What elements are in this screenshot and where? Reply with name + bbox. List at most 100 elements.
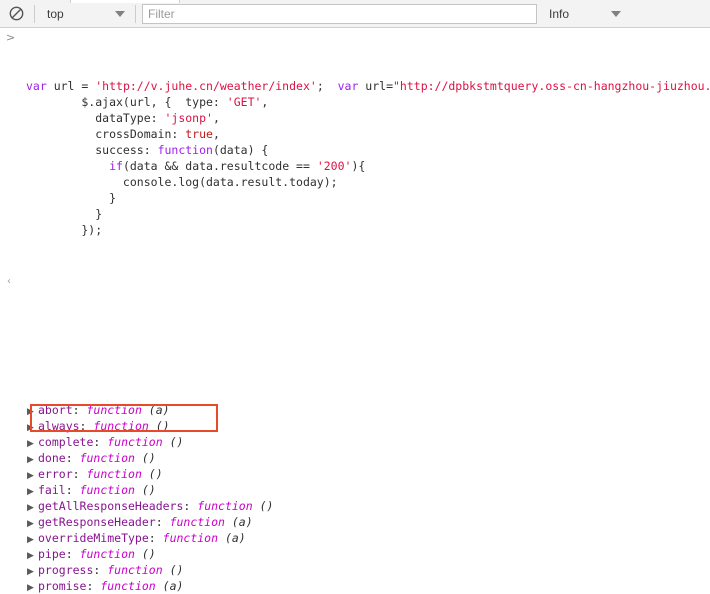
chevron-down-icon bbox=[611, 10, 621, 17]
property-value-function: function bbox=[86, 467, 142, 481]
code-token: var bbox=[26, 79, 47, 93]
object-property-row[interactable]: ▶ error: function () bbox=[0, 466, 710, 482]
object-property-row[interactable]: ▶ overrideMimeType: function (a) bbox=[0, 530, 710, 546]
console-input-code: var url = 'http://v.juhe.cn/weather/inde… bbox=[0, 78, 710, 238]
expand-triangle-icon[interactable]: ▶ bbox=[27, 452, 36, 466]
object-property-row[interactable]: ▶ always: function () bbox=[0, 418, 710, 434]
code-token: function bbox=[157, 143, 213, 157]
expand-triangle-icon[interactable]: ▶ bbox=[27, 532, 36, 546]
object-property-row[interactable]: ▶ getAllResponseHeaders: function () bbox=[0, 498, 710, 514]
log-level-select[interactable]: Info bbox=[541, 3, 625, 25]
property-colon: : bbox=[86, 579, 101, 593]
expand-triangle-icon[interactable]: ▶ bbox=[27, 404, 36, 418]
property-colon: : bbox=[65, 451, 80, 465]
code-token: $.ajax(url, { type: bbox=[26, 95, 227, 109]
expand-triangle-icon[interactable]: ▶ bbox=[27, 580, 36, 594]
object-property-row[interactable]: ▶ pipe: function () bbox=[0, 546, 710, 562]
property-colon: : bbox=[79, 419, 94, 433]
property-value-function: function bbox=[79, 483, 135, 497]
expand-triangle-icon[interactable]: ▶ bbox=[27, 500, 36, 514]
property-key: getResponseHeader bbox=[38, 515, 156, 529]
code-token: ){ bbox=[351, 159, 366, 173]
property-key: error bbox=[38, 467, 73, 481]
property-key: pipe bbox=[38, 547, 66, 561]
code-token: (data) { bbox=[212, 143, 269, 157]
result-gutter-icon: ‹ bbox=[7, 276, 11, 287]
property-value-function: function bbox=[93, 419, 149, 433]
property-colon: : bbox=[72, 467, 87, 481]
object-property-row[interactable]: ▶ complete: function () bbox=[0, 434, 710, 450]
object-property-row[interactable]: ▶ progress: function () bbox=[0, 562, 710, 578]
property-value-args: (a) bbox=[141, 403, 170, 417]
object-property-list: ▶ abort: function (a) ▶ always: function ()… bbox=[0, 402, 710, 594]
toolbar-divider-2 bbox=[135, 4, 136, 23]
expand-triangle-icon[interactable]: ▶ bbox=[27, 468, 36, 482]
code-line: success: function(data) { bbox=[0, 142, 710, 158]
property-value-args: (a) bbox=[218, 531, 246, 545]
input-gutter-icon: > bbox=[6, 31, 16, 44]
property-key: complete bbox=[38, 435, 94, 449]
log-level-value: Info bbox=[549, 6, 570, 21]
code-token: , bbox=[212, 127, 220, 141]
property-key: always bbox=[38, 419, 80, 433]
property-colon: : bbox=[65, 547, 80, 561]
object-property-row[interactable]: ▶ getResponseHeader: function (a) bbox=[0, 514, 710, 530]
code-token: if bbox=[109, 159, 123, 173]
expand-triangle-icon[interactable]: ▶ bbox=[27, 548, 36, 562]
console-input-message[interactable]: > var url = 'http://v.juhe.cn/weather/in… bbox=[0, 28, 710, 272]
code-token: } bbox=[26, 191, 117, 205]
console-message-list[interactable]: > var url = 'http://v.juhe.cn/weather/in… bbox=[0, 28, 710, 594]
code-line: var url = 'http://v.juhe.cn/weather/inde… bbox=[0, 78, 710, 94]
object-property-row[interactable]: ▶ done: function () bbox=[0, 450, 710, 466]
code-token: , bbox=[212, 111, 220, 125]
property-value-args: () bbox=[134, 547, 156, 561]
clear-console-button[interactable] bbox=[4, 3, 28, 25]
expand-triangle-icon[interactable]: ▶ bbox=[27, 436, 36, 450]
code-token: , bbox=[261, 95, 269, 109]
expand-triangle-icon[interactable]: ▶ bbox=[27, 484, 36, 498]
object-property-row[interactable]: ▶ fail: function () bbox=[0, 482, 710, 498]
filter-input[interactable] bbox=[142, 3, 537, 24]
property-value-args: () bbox=[162, 435, 184, 449]
code-token: 'GET' bbox=[226, 95, 262, 109]
devtools-console-panel: top Info > var url = 'http://v.juhe.cn/w… bbox=[0, 0, 710, 594]
code-token: var bbox=[337, 79, 359, 93]
property-value-function: function bbox=[100, 579, 156, 593]
code-line: }); bbox=[0, 222, 710, 238]
code-token: success: bbox=[26, 143, 158, 157]
execution-context-select[interactable]: top bbox=[41, 3, 129, 25]
code-token: dataType: bbox=[26, 111, 165, 125]
code-token: "http://dpbkstmtquery.oss-cn-hangzhou-ji… bbox=[393, 79, 710, 93]
property-key: done bbox=[38, 451, 66, 465]
property-value-args: (a) bbox=[155, 579, 184, 593]
expand-triangle-icon[interactable]: ▶ bbox=[27, 564, 36, 578]
code-line: if(data && data.resultcode == '200'){ bbox=[0, 158, 710, 174]
code-token: } bbox=[26, 207, 103, 221]
execution-context-value: top bbox=[47, 6, 64, 21]
code-line: } bbox=[0, 206, 710, 222]
toolbar-divider-1 bbox=[34, 4, 35, 23]
property-colon: : bbox=[65, 483, 80, 497]
property-value-function: function bbox=[162, 531, 219, 545]
no-entry-clear-icon bbox=[9, 6, 23, 21]
expand-triangle-icon[interactable]: ▶ bbox=[27, 420, 36, 434]
property-key: abort bbox=[38, 403, 73, 417]
property-value-args: () bbox=[134, 483, 156, 497]
code-token: true bbox=[185, 127, 213, 141]
code-line: console.log(data.result.today); bbox=[0, 174, 710, 190]
property-value-function: function bbox=[107, 563, 163, 577]
property-key: overrideMimeType bbox=[38, 531, 149, 545]
code-token: crossDomain: bbox=[26, 127, 186, 141]
code-token: url = bbox=[46, 79, 96, 93]
property-colon: : bbox=[93, 435, 108, 449]
code-token: (data && data.resultcode == bbox=[122, 159, 317, 173]
console-object-result[interactable]: ‹ ▼Object {readyState: 1, getResponseHea… bbox=[0, 272, 710, 594]
object-property-row[interactable]: ▶ abort: function (a) bbox=[0, 402, 710, 418]
tab-strip-stub bbox=[70, 0, 180, 3]
property-key: getAllResponseHeaders bbox=[38, 499, 184, 513]
object-property-row[interactable]: ▶ promise: function (a) bbox=[0, 578, 710, 594]
code-token: ; bbox=[316, 79, 338, 93]
expand-triangle-icon[interactable]: ▶ bbox=[27, 516, 36, 530]
object-header-row[interactable]: ▼Object {readyState: 1, getResponseHeade… bbox=[0, 338, 710, 354]
code-token: }); bbox=[26, 223, 103, 237]
